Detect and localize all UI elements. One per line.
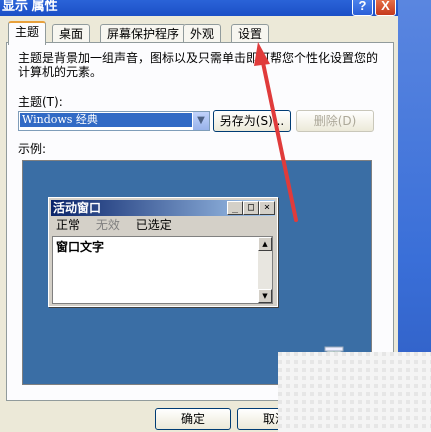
tab-themes[interactable]: 主题 [8, 21, 47, 45]
tab-themes-label: 主题 [15, 25, 40, 39]
watermark-logo [278, 352, 431, 432]
